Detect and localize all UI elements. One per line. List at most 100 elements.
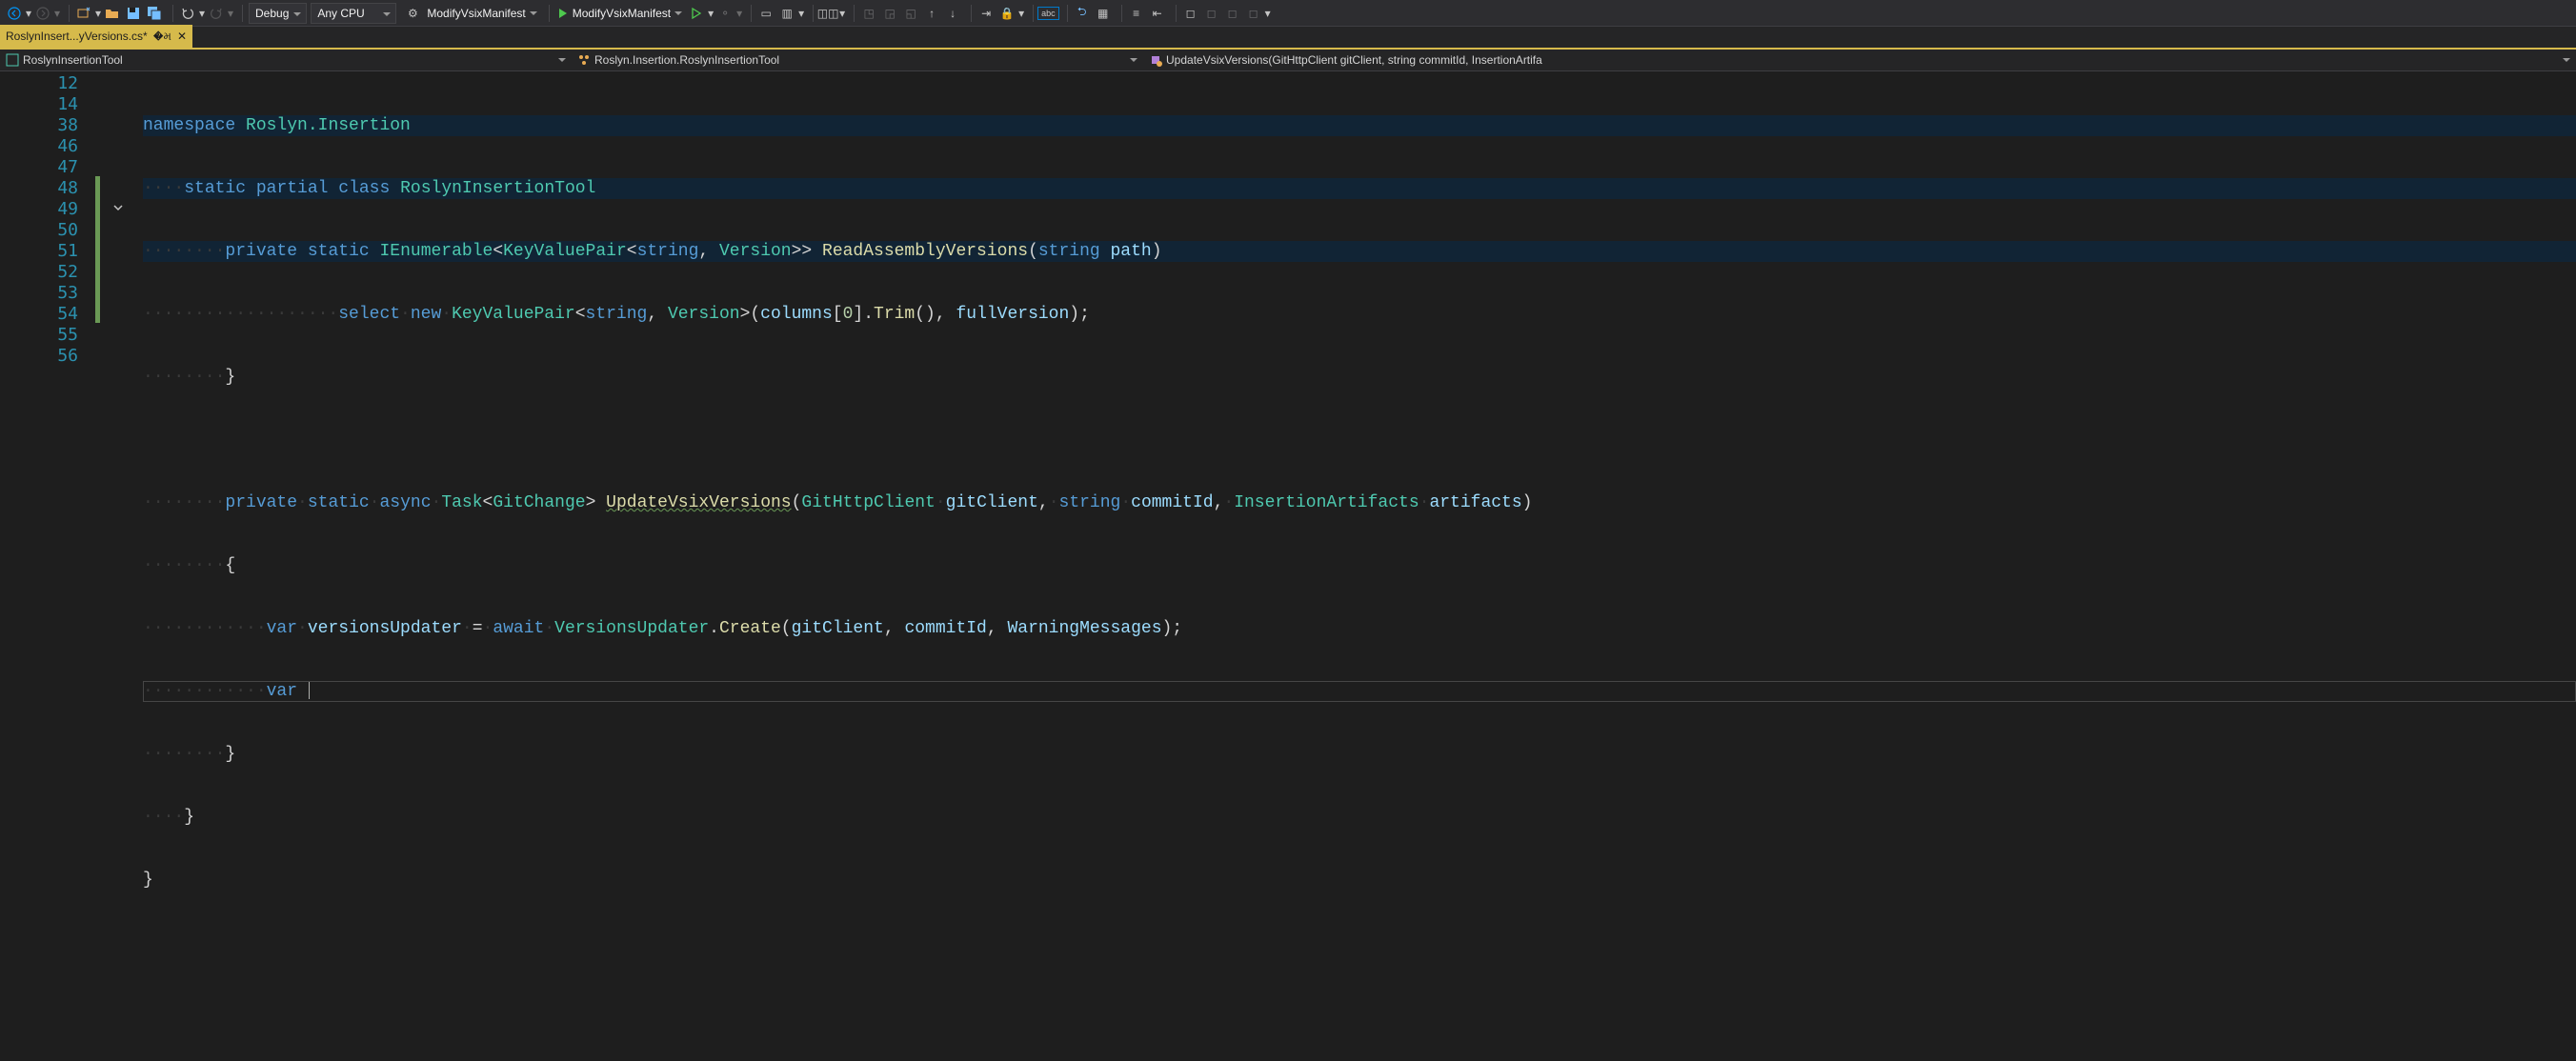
pin-icon[interactable]: �મ <box>153 30 171 44</box>
separator <box>1176 5 1177 22</box>
change-indicator <box>95 176 100 323</box>
code-line[interactable]: namespace Roslyn.Insertion <box>143 115 2576 136</box>
nav-fwd-button <box>32 3 53 24</box>
nav-back-dropdown[interactable]: ▾ <box>25 3 32 24</box>
new-project-dropdown[interactable]: ▾ <box>94 3 102 24</box>
line-number: 56 <box>0 346 78 367</box>
layout-button[interactable]: ▥ <box>776 3 797 24</box>
line-number: 49 <box>0 199 78 220</box>
undo-button[interactable] <box>177 3 198 24</box>
line-number: 46 <box>0 136 78 157</box>
line-number: 50 <box>0 220 78 241</box>
code-line[interactable]: ····static partial class RoslynInsertion… <box>143 178 2576 199</box>
format-button[interactable]: ≡ <box>1126 3 1147 24</box>
code-line[interactable]: ········} <box>143 367 2576 388</box>
lock-dropdown[interactable]: ▾ <box>1017 3 1025 24</box>
redo-button <box>206 3 227 24</box>
code-line[interactable]: ········private·static·async·Task<GitCha… <box>143 492 2576 513</box>
line-number: 38 <box>0 115 78 136</box>
tab-well: RoslynInsert...yVersions.cs* �મ ✕ <box>0 27 2576 50</box>
code-line[interactable] <box>143 932 2576 953</box>
down-arrow-button[interactable]: ↓ <box>942 3 963 24</box>
code-line[interactable]: ········{ <box>143 555 2576 576</box>
separator <box>1067 5 1068 22</box>
build-button[interactable]: ⚙ <box>402 3 423 24</box>
run-target-label: ModifyVsixManifest <box>573 7 671 20</box>
tool1-button[interactable]: ⮌ <box>1072 3 1093 24</box>
undo-dropdown[interactable]: ▾ <box>198 3 206 24</box>
stack-dropdown[interactable]: ▾ <box>838 3 846 24</box>
nav-member-dropdown[interactable]: UpdateVsixVersions(GitHttpClient gitClie… <box>1143 50 2576 70</box>
line-number: 55 <box>0 325 78 346</box>
stack-frame-button[interactable]: ◫◫ <box>817 3 838 24</box>
start-debug-button[interactable]: ModifyVsixManifest <box>553 3 686 24</box>
separator <box>971 5 972 22</box>
separator <box>172 5 173 22</box>
csharp-project-icon <box>6 53 19 67</box>
code-line[interactable]: } <box>143 870 2576 891</box>
separator <box>1033 5 1034 22</box>
up-arrow-button[interactable]: ↑ <box>921 3 942 24</box>
new-project-button[interactable] <box>73 3 94 24</box>
code-surface[interactable]: namespace Roslyn.Insertion ····static pa… <box>143 71 2576 1061</box>
start-dropdown[interactable]: ▾ <box>707 3 714 24</box>
attach-button: ⚬ <box>714 3 735 24</box>
solution-platform-dropdown[interactable]: Any CPU <box>311 3 396 24</box>
code-line[interactable]: ············var·versionsUpdater·=·await·… <box>143 618 2576 639</box>
separator <box>242 5 243 22</box>
comment-out-button: ◳ <box>858 3 879 24</box>
nav-project-label: RoslynInsertionTool <box>23 53 123 67</box>
nav-type-label: Roslyn.Insertion.RoslynInsertionTool <box>594 53 779 67</box>
main-toolbar: ▾ ▾ ▾ ▾ ▾ Debug Any CPU ⚙ ModifyVsixMani… <box>0 0 2576 27</box>
toolbox-button[interactable]: ▭ <box>755 3 776 24</box>
code-line[interactable]: ····} <box>143 807 2576 828</box>
startup-project-label: ModifyVsixManifest <box>427 7 525 20</box>
separator <box>549 5 550 22</box>
nav-project-dropdown[interactable]: RoslynInsertionTool <box>0 50 572 70</box>
separator <box>813 5 814 22</box>
bookmark-button[interactable]: ◻ <box>1180 3 1201 24</box>
abc-spellcheck-button[interactable]: abc <box>1037 7 1059 20</box>
bookmark-next-button: ◻ <box>1222 3 1243 24</box>
tab-title: RoslynInsert...yVersions.cs* <box>6 30 148 43</box>
code-line-current[interactable]: ············var <box>143 681 2576 702</box>
navigation-bar: RoslynInsertionTool Roslyn.Insertion.Ros… <box>0 50 2576 71</box>
collapse-chevron-icon[interactable] <box>112 202 126 215</box>
bookmark-dropdown[interactable]: ▾ <box>1264 3 1272 24</box>
line-number: 47 <box>0 157 78 178</box>
code-editor[interactable]: 12 14 38 46 47 48 49 50 51 52 53 54 55 5… <box>0 71 2576 1061</box>
nav-fwd-dropdown: ▾ <box>53 3 61 24</box>
tool2-button[interactable]: ▦ <box>1093 3 1114 24</box>
open-file-button[interactable] <box>102 3 123 24</box>
line-number: 14 <box>0 94 78 115</box>
code-line[interactable]: ········} <box>143 744 2576 765</box>
separator <box>751 5 752 22</box>
solution-config-dropdown[interactable]: Debug <box>249 3 307 24</box>
toggle-button: ◱ <box>900 3 921 24</box>
nav-back-button[interactable] <box>4 3 25 24</box>
outline-margin <box>95 71 143 1061</box>
lock-icon[interactable]: 🔒 <box>996 3 1017 24</box>
save-button[interactable] <box>123 3 144 24</box>
line-number-gutter: 12 14 38 46 47 48 49 50 51 52 53 54 55 5… <box>0 71 95 1061</box>
nav-type-dropdown[interactable]: Roslyn.Insertion.RoslynInsertionTool <box>572 50 1143 70</box>
indent-button[interactable]: ⇥ <box>976 3 996 24</box>
code-line[interactable] <box>143 430 2576 450</box>
close-icon[interactable]: ✕ <box>177 30 187 43</box>
uncomment-button: ◲ <box>879 3 900 24</box>
separator <box>69 5 70 22</box>
startup-project-dropdown[interactable]: ModifyVsixManifest <box>423 3 540 24</box>
code-line[interactable]: ········private static IEnumerable<KeyVa… <box>143 241 2576 262</box>
start-without-debug-button[interactable] <box>686 3 707 24</box>
line-number: 53 <box>0 283 78 304</box>
code-line[interactable]: ···················select·new·KeyValuePa… <box>143 304 2576 325</box>
text-caret <box>309 682 310 699</box>
outdent2-button[interactable]: ⇤ <box>1147 3 1168 24</box>
separator <box>854 5 855 22</box>
save-all-button[interactable] <box>144 3 165 24</box>
layout-dropdown[interactable]: ▾ <box>797 3 805 24</box>
line-number: 51 <box>0 241 78 262</box>
class-icon <box>577 53 591 67</box>
tab-active[interactable]: RoslynInsert...yVersions.cs* �મ ✕ <box>0 25 192 48</box>
line-number: 12 <box>0 73 78 94</box>
